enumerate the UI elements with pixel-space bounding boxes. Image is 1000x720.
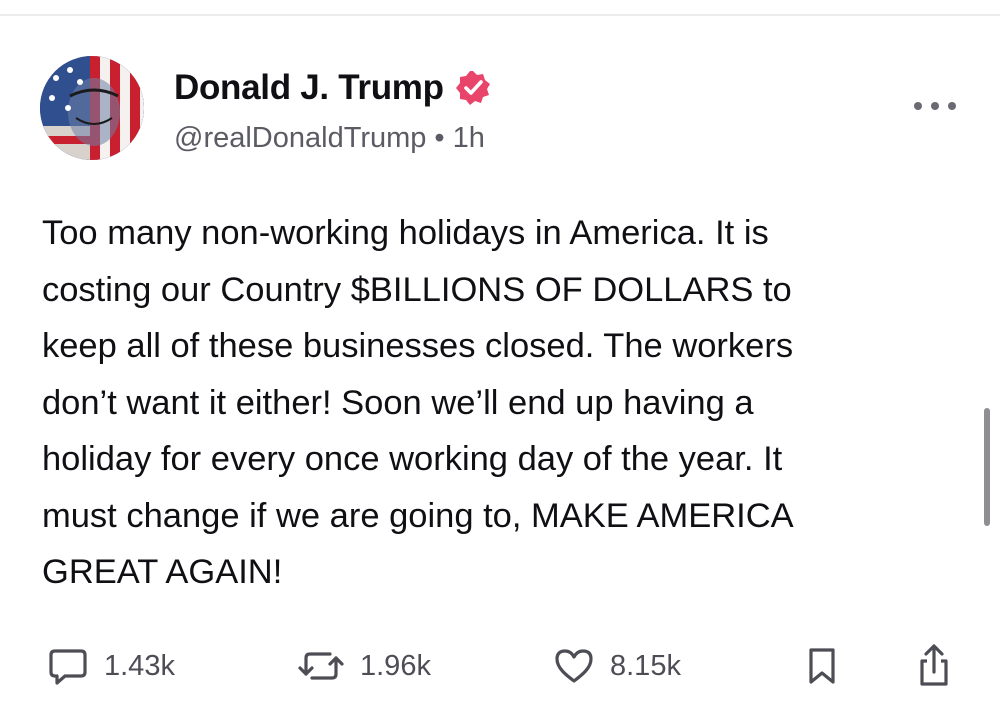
post-time[interactable]: 1h xyxy=(453,122,485,154)
verified-badge-icon xyxy=(454,69,492,107)
more-dot xyxy=(948,102,956,110)
share-button[interactable] xyxy=(914,638,954,694)
bookmark-button[interactable] xyxy=(804,638,840,694)
more-dot xyxy=(931,102,939,110)
like-count: 8.15k xyxy=(610,649,681,682)
reply-count: 1.43k xyxy=(104,649,175,682)
repost-button[interactable]: 1.96k xyxy=(296,638,431,694)
author-name: Donald J. Trump xyxy=(174,68,444,107)
handle-row: @realDonaldTrump • 1h xyxy=(174,122,485,155)
meta-separator: • xyxy=(434,122,445,154)
more-horizontal-icon xyxy=(914,102,922,110)
repost-arrows-icon xyxy=(298,652,344,680)
avatar-image xyxy=(40,56,144,160)
speech-bubble-icon xyxy=(49,649,87,685)
repost-count: 1.96k xyxy=(360,649,431,682)
bookmark-icon xyxy=(809,648,835,684)
author-handle[interactable]: @realDonaldTrump xyxy=(174,122,426,154)
author-name-row[interactable]: Donald J. Trump xyxy=(174,68,492,108)
top-divider xyxy=(0,14,1000,16)
share-icon xyxy=(920,644,948,686)
more-options-button[interactable] xyxy=(914,94,956,118)
action-bar: 1.43k 1.96k 8.15k xyxy=(0,638,1000,694)
scrollbar[interactable] xyxy=(984,408,990,526)
post-view: Donald J. Trump @realDonaldTrump • 1h Too … xyxy=(0,0,1000,720)
post-text: Too many non-working holidays in America… xyxy=(42,214,794,591)
like-button[interactable]: 8.15k xyxy=(552,638,681,694)
reply-button[interactable]: 1.43k xyxy=(46,638,175,694)
heart-icon xyxy=(555,649,593,683)
avatar[interactable] xyxy=(40,56,144,160)
